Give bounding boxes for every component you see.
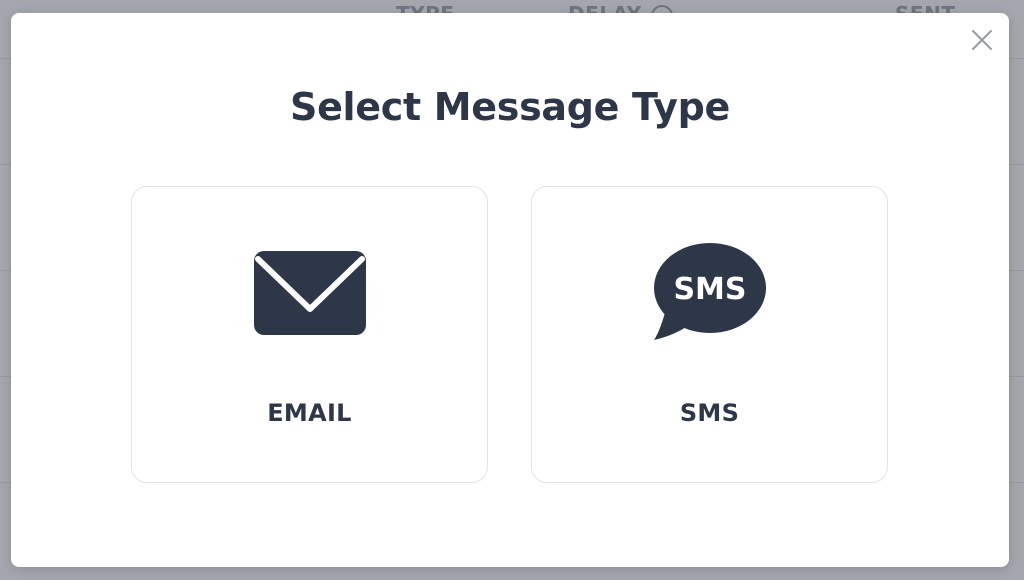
email-option-label: EMAIL <box>267 399 352 427</box>
sms-option-card[interactable]: SMS SMS <box>531 186 888 483</box>
sms-icon-text: SMS <box>673 272 746 307</box>
select-message-type-modal: Select Message Type EMAIL SMS SMS <box>11 13 1009 567</box>
envelope-icon <box>250 241 370 345</box>
email-option-card[interactable]: EMAIL <box>131 186 488 483</box>
sms-bubble-icon: SMS <box>650 241 770 345</box>
sms-option-label: SMS <box>679 399 740 427</box>
modal-title: Select Message Type <box>290 85 730 129</box>
close-icon <box>971 29 993 51</box>
close-button[interactable] <box>969 27 995 53</box>
